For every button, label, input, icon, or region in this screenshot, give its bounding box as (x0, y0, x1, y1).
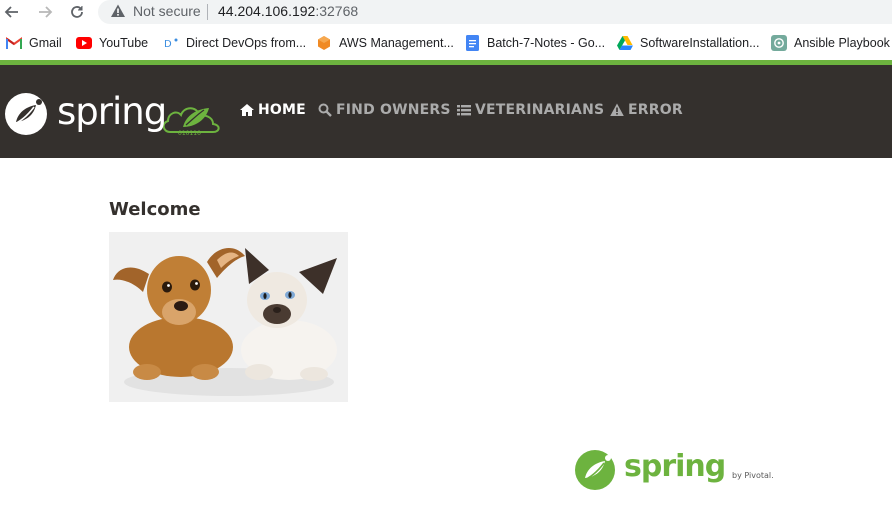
gmail-icon (6, 35, 22, 51)
svg-text:D: D (164, 39, 172, 50)
bookmark-label: Gmail (29, 36, 62, 50)
bookmark-label: SoftwareInstallation... (640, 36, 760, 50)
footer-by-pivotal: by Pivotal. (732, 471, 774, 480)
svg-text:010110: 010110 (178, 130, 201, 136)
nav-label: HOME (258, 102, 306, 118)
nav-error[interactable]: ERROR (610, 102, 683, 118)
page-title: Welcome (109, 199, 201, 220)
spring-wordmark[interactable]: spring (57, 90, 167, 133)
bookmark-label: Direct DevOps from... (186, 36, 307, 50)
nav-label: FIND OWNERS (336, 102, 451, 118)
warning-icon (610, 103, 624, 117)
url-host: 44.204.106.192 (218, 3, 316, 19)
bookmark-ansible-playbook[interactable]: Ansible Playbook F (771, 34, 892, 52)
nav-home[interactable]: HOME (240, 102, 306, 118)
url-text[interactable]: 44.204.106.192:32768 (218, 3, 358, 19)
back-arrow-icon[interactable] (1, 1, 23, 23)
chatgpt-icon (771, 35, 787, 51)
bookmark-software-installation[interactable]: SoftwareInstallation... (617, 34, 760, 52)
navbar: 010110 spring HOME FIND OWNERS VETERINAR… (0, 65, 892, 158)
forward-arrow-icon[interactable] (34, 1, 56, 23)
nav-label: ERROR (628, 102, 683, 118)
footer-wordmark: spring (624, 449, 726, 484)
browser-address-bar: Not secure 44.204.106.192:32768 (0, 0, 892, 26)
search-icon (318, 103, 332, 117)
bookmark-batch-notes[interactable]: Batch-7-Notes - Go... (464, 34, 605, 52)
not-secure-label[interactable]: Not secure (133, 3, 201, 19)
reload-icon[interactable] (66, 1, 88, 23)
bookmark-label: AWS Management... (339, 36, 454, 50)
bookmark-youtube[interactable]: YouTube (76, 34, 148, 52)
devops-icon: D (163, 35, 179, 51)
bookmark-label: Ansible Playbook F (794, 36, 892, 50)
bookmarks-bar: Gmail YouTube D Direct DevOps from... AW… (0, 26, 892, 61)
nav-veterinarians[interactable]: VETERINARIANS (457, 102, 604, 118)
aws-icon (316, 35, 332, 51)
google-docs-icon (464, 35, 480, 51)
bookmark-label: Batch-7-Notes - Go... (487, 36, 606, 50)
google-drive-icon (617, 35, 633, 51)
list-icon (457, 103, 471, 117)
pets-image (109, 232, 348, 402)
url-port: :32768 (315, 3, 359, 19)
url-divider (207, 4, 208, 20)
home-icon (240, 103, 254, 117)
nav-label: VETERINARIANS (475, 102, 605, 118)
youtube-icon (76, 35, 92, 51)
spring-leaf-icon (575, 450, 615, 490)
bookmark-aws[interactable]: AWS Management... (316, 34, 454, 52)
bookmark-devops[interactable]: D Direct DevOps from... (163, 34, 306, 52)
nav-find-owners[interactable]: FIND OWNERS (318, 102, 451, 118)
bookmark-label: YouTube (99, 36, 149, 50)
warning-triangle-icon[interactable] (110, 3, 126, 19)
bookmark-gmail[interactable]: Gmail (6, 34, 62, 52)
